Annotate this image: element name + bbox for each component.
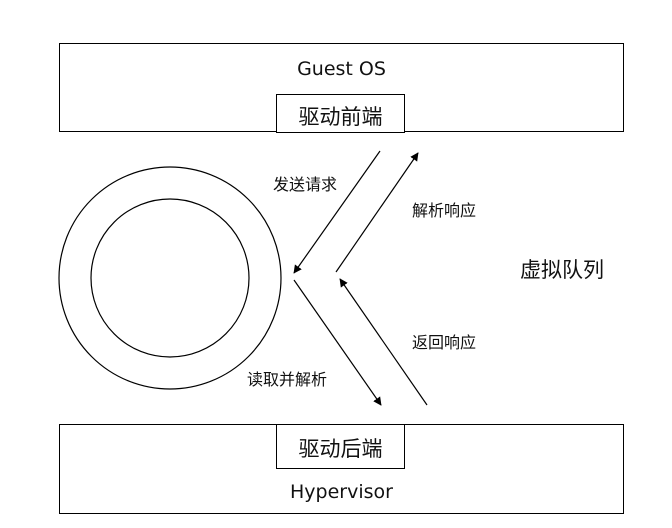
parse-response-label: 解析响应: [412, 201, 477, 220]
virtqueue-ring-inner: [90, 198, 250, 358]
send-request-label: 发送请求: [273, 175, 338, 194]
virtqueue-label: 虚拟队列: [520, 258, 604, 282]
send-request-arrow: [293, 150, 381, 274]
return-response-label: 返回响应: [412, 333, 477, 352]
parse-response-arrow: [335, 152, 419, 273]
read-parse-label: 读取并解析: [247, 370, 328, 389]
virtqueue-ring-outer: [58, 166, 282, 390]
